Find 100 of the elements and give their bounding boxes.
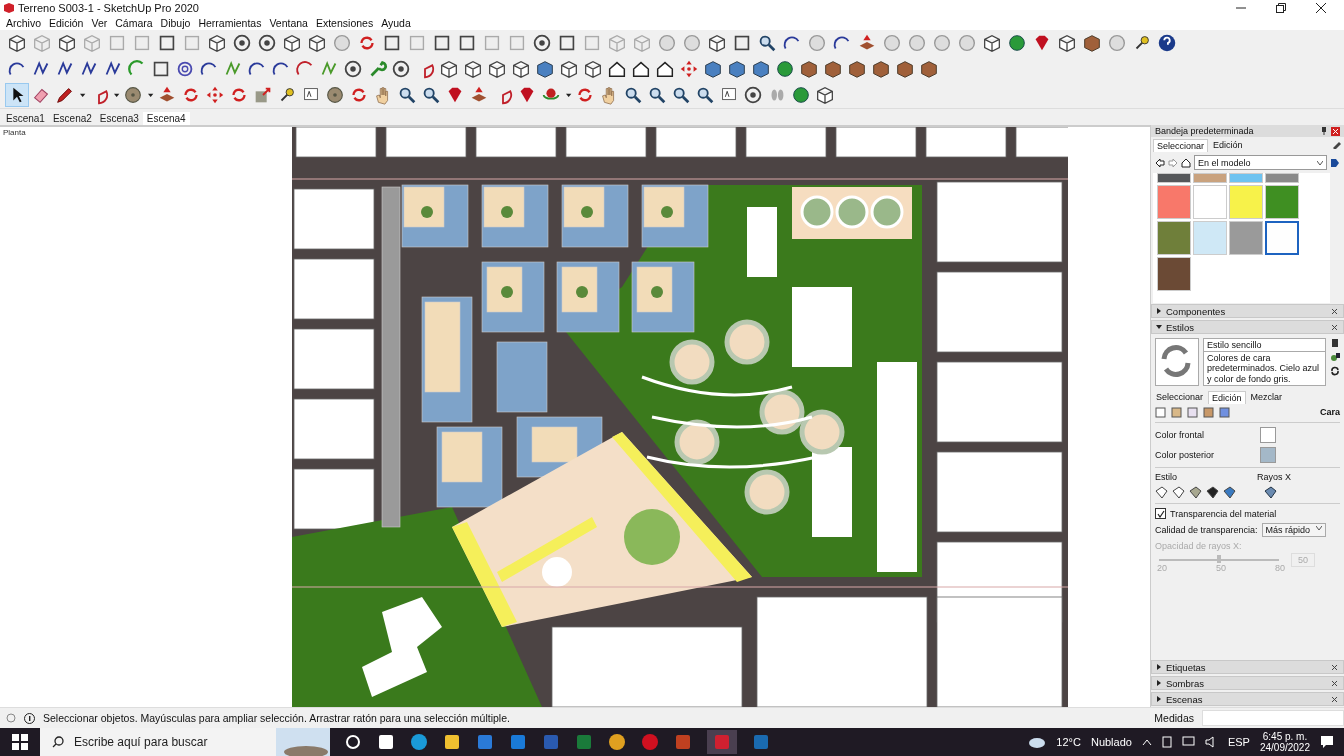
close-icon[interactable] (1330, 322, 1339, 332)
menu-item[interactable]: Extensiones (311, 17, 378, 29)
cube-icon[interactable] (558, 58, 580, 80)
close-icon[interactable] (1330, 662, 1339, 672)
cube-icon[interactable] (822, 58, 844, 80)
cube-icon[interactable] (534, 58, 556, 80)
menu-item[interactable]: Ver (87, 17, 112, 29)
cube-icon[interactable] (206, 32, 228, 54)
measurements-field[interactable] (1202, 710, 1344, 726)
notification-icon[interactable] (1320, 735, 1334, 749)
refresh-icon[interactable] (1330, 366, 1340, 376)
back-icon[interactable] (1155, 157, 1165, 168)
tray-section-header[interactable]: Estilos (1151, 320, 1344, 334)
material-swatch[interactable] (1265, 221, 1299, 255)
eyedropper-icon[interactable] (1332, 139, 1342, 149)
menu-item[interactable]: Ayuda (377, 17, 415, 29)
cube-icon[interactable] (726, 58, 748, 80)
cube-icon[interactable] (1056, 32, 1078, 54)
cube-icon[interactable] (814, 84, 836, 106)
cube-icon[interactable] (918, 58, 940, 80)
tab[interactable]: Seleccionar (1153, 139, 1209, 152)
move-icon[interactable] (204, 84, 226, 106)
globe-icon[interactable] (790, 84, 812, 106)
tray-section-header[interactable]: Componentes (1151, 304, 1344, 318)
tab[interactable]: Seleccionar (1153, 391, 1207, 405)
checkbox[interactable] (1155, 508, 1166, 520)
cube-icon[interactable] (6, 32, 28, 54)
face-style-icon[interactable] (1155, 486, 1168, 500)
menu-item[interactable]: Ventana (265, 17, 312, 29)
quality-dropdown[interactable]: Más rápido (1261, 523, 1327, 538)
save-icon[interactable] (1330, 338, 1340, 348)
cube-icon[interactable] (798, 58, 820, 80)
move-icon[interactable] (678, 58, 700, 80)
face-setting-icon[interactable] (1155, 406, 1167, 419)
face-setting-icon[interactable] (1203, 406, 1215, 419)
chevron-up-icon[interactable] (1141, 738, 1152, 746)
menu-item[interactable]: Herramientas (194, 17, 266, 29)
globe-icon[interactable] (774, 58, 796, 80)
cube-icon[interactable] (462, 58, 484, 80)
start-icon[interactable] (12, 734, 28, 750)
scene-tab[interactable]: Escena1 (2, 112, 49, 125)
color-well[interactable] (1260, 447, 1276, 464)
face-setting-icon[interactable] (1187, 406, 1199, 419)
presentation-icon[interactable] (674, 733, 692, 751)
cube-icon[interactable] (438, 58, 460, 80)
cube-icon[interactable] (702, 58, 724, 80)
face-style-icon[interactable] (1189, 486, 1202, 500)
geolocation-icon[interactable] (6, 713, 16, 723)
cube-icon[interactable] (510, 58, 532, 80)
pin-icon[interactable] (1321, 127, 1327, 135)
camera-icon[interactable] (1161, 736, 1172, 748)
face-setting-icon[interactable] (1219, 406, 1231, 419)
face-style-icon[interactable] (1206, 486, 1219, 500)
close-icon[interactable] (1316, 3, 1326, 13)
scene-tab[interactable]: Escena3 (95, 112, 143, 125)
disc-icon[interactable] (324, 84, 346, 106)
browser-icon[interactable] (410, 733, 428, 751)
cube-icon[interactable] (846, 58, 868, 80)
home-icon[interactable] (1181, 157, 1191, 168)
face-style-icon[interactable] (1172, 486, 1185, 500)
cube-icon[interactable] (706, 32, 728, 54)
tab[interactable]: Mezclar (1247, 391, 1286, 405)
cube-icon[interactable] (870, 58, 892, 80)
menu-item[interactable]: Edición (45, 17, 88, 29)
tray-section-header[interactable]: Escenas (1151, 692, 1344, 706)
circle-icon[interactable] (742, 84, 764, 106)
folder-icon[interactable] (443, 733, 461, 751)
circle-icon[interactable] (390, 58, 412, 80)
menu-item[interactable]: Cámara (111, 17, 157, 29)
network-icon[interactable] (1181, 736, 1195, 748)
cube-icon[interactable] (486, 58, 508, 80)
circle-icon[interactable] (344, 733, 362, 751)
scene-tab[interactable]: Escena2 (48, 112, 96, 125)
cube-icon[interactable] (1081, 32, 1103, 54)
circle-icon[interactable] (531, 32, 553, 54)
cube-icon[interactable] (750, 58, 772, 80)
image-icon[interactable] (752, 733, 770, 751)
help-icon[interactable] (1156, 32, 1178, 54)
circle-icon[interactable] (231, 32, 253, 54)
close-icon[interactable] (1330, 678, 1339, 688)
cube-icon[interactable] (582, 58, 604, 80)
tray-section-header[interactable]: Etiquetas (1151, 660, 1344, 674)
face-style-icon[interactable] (1223, 486, 1236, 500)
globe-icon[interactable] (1006, 32, 1028, 54)
cube-icon[interactable] (894, 58, 916, 80)
browser-icon[interactable] (641, 733, 659, 751)
collection-dropdown[interactable]: En el modelo (1194, 155, 1327, 170)
tab[interactable]: Edición (1210, 139, 1246, 152)
mail-icon[interactable] (509, 733, 527, 751)
browser-icon[interactable] (608, 733, 626, 751)
search-field[interactable]: Escribe aquí para buscar (40, 728, 276, 756)
restore-icon[interactable] (1276, 3, 1286, 13)
details-icon[interactable] (1330, 157, 1340, 168)
clock[interactable]: 6:45 p. m. 24/09/2022 (1259, 731, 1310, 753)
x-ray-icon[interactable] (1264, 486, 1277, 500)
cube-icon[interactable] (306, 32, 328, 54)
spreadsheet-icon[interactable] (575, 733, 593, 751)
scene-tab[interactable]: Escena4 (142, 112, 190, 125)
color-well[interactable] (1260, 427, 1276, 444)
disc-icon[interactable] (122, 84, 144, 106)
